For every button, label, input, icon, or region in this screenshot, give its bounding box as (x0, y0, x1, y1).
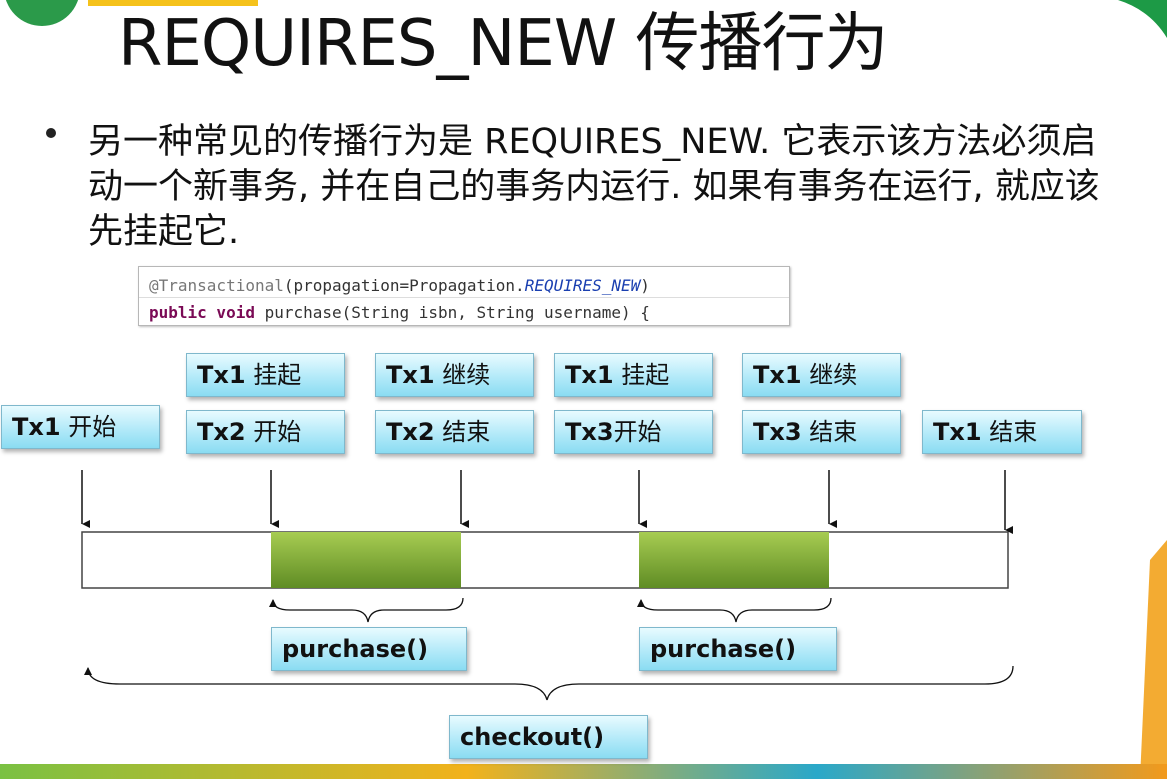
transaction-id: Tx1 (12, 413, 61, 441)
transaction-action: 结束 (434, 418, 491, 446)
label-tx1-resume-2: Tx1 继续 (742, 353, 901, 397)
outer-transaction-bar (81, 531, 1009, 589)
transaction-id: Tx2 (386, 418, 435, 446)
transaction-action: 开始 (613, 418, 662, 446)
label-purchase-1: purchase() (271, 627, 467, 671)
transaction-id: Tx1 (753, 361, 802, 389)
transaction-id: Tx1 (565, 361, 614, 389)
transaction-action: 挂起 (613, 361, 670, 389)
transaction-id: Tx2 (197, 418, 246, 446)
label-tx3-end: Tx3 结束 (742, 410, 901, 454)
inner-transaction-bar-tx2 (271, 532, 461, 588)
transaction-action: 结束 (801, 418, 858, 446)
label-tx1-start: Tx1 开始 (1, 405, 160, 449)
label-tx1-suspend-2: Tx1 挂起 (554, 353, 713, 397)
transaction-id: Tx3 (753, 418, 802, 446)
transaction-action: 开始 (245, 418, 302, 446)
label-checkout: checkout() (449, 715, 648, 759)
transaction-action: 挂起 (245, 361, 302, 389)
brace-purchase-2 (637, 597, 832, 623)
brace-purchase-1 (269, 597, 464, 623)
transaction-id: Tx1 (197, 361, 246, 389)
inner-transaction-bar-tx3 (639, 532, 829, 588)
slide: REQUIRES_NEW 传播行为 另一种常见的传播行为是 REQUIRES_N… (0, 0, 1167, 779)
transaction-id: Tx3 (565, 418, 614, 446)
label-tx2-end: Tx2 结束 (375, 410, 534, 454)
transaction-id: Tx1 (386, 361, 435, 389)
brace-checkout (84, 665, 1014, 701)
label-purchase-2: purchase() (639, 627, 837, 671)
label-tx1-end: Tx1 结束 (922, 410, 1082, 454)
label-tx1-suspend-1: Tx1 挂起 (186, 353, 345, 397)
transaction-action: 继续 (434, 361, 491, 389)
label-tx2-start: Tx2 开始 (186, 410, 345, 454)
label-tx1-resume-1: Tx1 继续 (375, 353, 534, 397)
transaction-action: 继续 (801, 361, 858, 389)
label-tx3-start: Tx3开始 (554, 410, 713, 454)
transaction-id: Tx1 (933, 418, 982, 446)
transaction-action: 开始 (60, 413, 117, 441)
transaction-action: 结束 (981, 418, 1038, 446)
